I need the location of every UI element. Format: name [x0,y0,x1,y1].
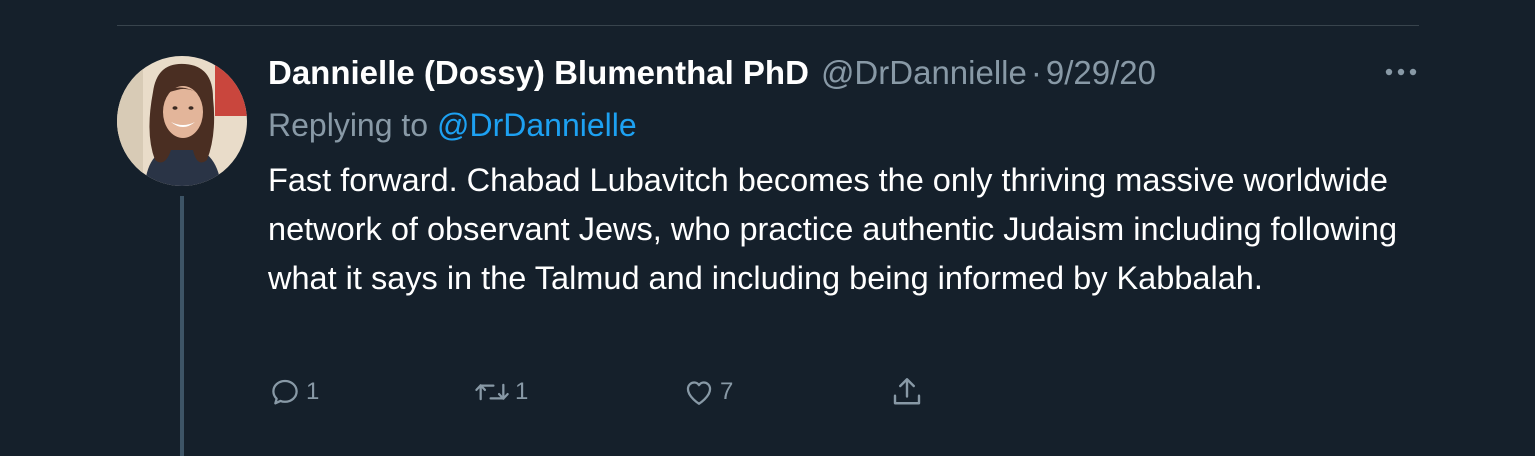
more-options-button[interactable] [1384,62,1418,82]
timestamp[interactable]: 9/29/20 [1046,52,1156,94]
tweet-text: Fast forward. Chabad Lubavitch becomes t… [268,162,1398,296]
share-icon [893,378,921,405]
like-count: 7 [720,378,734,405]
top-divider [117,25,1419,26]
retweet-icon [475,383,509,401]
avatar[interactable] [117,56,247,186]
retweet-count: 1 [515,378,529,405]
share-button[interactable] [889,372,925,412]
replying-to-label: Replying to [268,107,437,143]
thread-line [180,196,184,456]
reply-button[interactable]: 1 [268,372,319,412]
replying-to-handle-link[interactable]: @DrDannielle [437,107,637,143]
profile-photo [117,56,247,186]
tweet-header: Dannielle (Dossy) Blumenthal PhD @DrDann… [268,52,1418,94]
replying-to: Replying to @DrDannielle [268,104,1418,146]
reply-icon [272,379,298,405]
retweet-button[interactable]: 1 [473,372,528,412]
tweet[interactable]: Dannielle (Dossy) Blumenthal PhD @DrDann… [268,52,1418,303]
like-button[interactable]: 7 [682,372,733,412]
reply-count: 1 [306,378,320,405]
user-handle[interactable]: @DrDannielle [821,52,1027,94]
more-horizontal-icon [1385,68,1417,76]
separator-dot: · [1030,54,1042,91]
heart-icon [686,381,712,405]
display-name[interactable]: Dannielle (Dossy) Blumenthal PhD [268,52,809,94]
